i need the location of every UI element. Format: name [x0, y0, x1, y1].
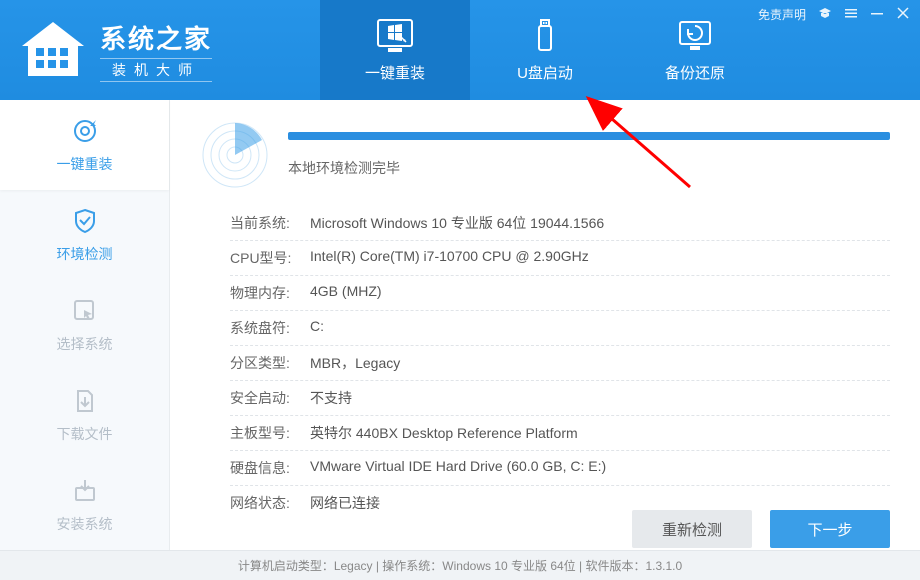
app-subtitle: 装机大师: [100, 58, 212, 82]
rescan-button[interactable]: 重新检测: [632, 510, 752, 548]
tab-label: U盘启动: [517, 62, 573, 83]
system-info-list: 当前系统:Microsoft Windows 10 专业版 64位 19044.…: [200, 206, 890, 520]
info-row: 主板型号:英特尔 440BX Desktop Reference Platfor…: [230, 416, 890, 451]
next-button[interactable]: 下一步: [770, 510, 890, 548]
sidebar-item-install[interactable]: 安装系统: [0, 460, 169, 550]
info-row: 系统盘符:C:: [230, 311, 890, 346]
sidebar-label: 下载文件: [57, 424, 113, 444]
status-bar: 计算机启动类型：Legacy | 操作系统：Windows 10 专业版 64位…: [0, 550, 920, 580]
info-row: 安全启动:不支持: [230, 381, 890, 416]
radar-scan-icon: [200, 120, 270, 190]
info-value: MBR，Legacy: [310, 353, 400, 373]
tab-backup-restore[interactable]: 备份还原: [620, 0, 770, 100]
logo-area: 系统之家 装机大师: [0, 0, 320, 100]
sidebar-item-download[interactable]: 下载文件: [0, 370, 169, 460]
sidebar-item-reinstall[interactable]: 一键重装: [0, 100, 169, 190]
info-label: 分区类型:: [230, 353, 310, 373]
backup-restore-icon: [674, 18, 716, 54]
info-label: 安全启动:: [230, 388, 310, 408]
info-label: CPU型号:: [230, 248, 310, 268]
info-row: 当前系统:Microsoft Windows 10 专业版 64位 19044.…: [230, 206, 890, 241]
sidebar-label: 选择系统: [57, 334, 113, 354]
graduation-icon[interactable]: [818, 6, 832, 23]
info-row: 硬盘信息:VMware Virtual IDE Hard Drive (60.0…: [230, 451, 890, 486]
info-value: Intel(R) Core(TM) i7-10700 CPU @ 2.90GHz: [310, 248, 589, 268]
info-value: VMware Virtual IDE Hard Drive (60.0 GB, …: [310, 458, 606, 478]
info-label: 硬盘信息:: [230, 458, 310, 478]
info-value: 网络已连接: [310, 493, 380, 513]
download-file-icon: [70, 386, 100, 416]
usb-drive-icon: [524, 18, 566, 54]
main-content: 本地环境检测完毕 当前系统:Microsoft Windows 10 专业版 6…: [170, 100, 920, 550]
footer-text: 计算机启动类型：Legacy | 操作系统：Windows 10 专业版 64位…: [238, 557, 682, 574]
install-box-icon: [70, 476, 100, 506]
shield-check-icon: [70, 206, 100, 236]
tab-label: 备份还原: [665, 62, 725, 83]
info-value: 不支持: [310, 388, 352, 408]
info-row: 分区类型:MBR，Legacy: [230, 346, 890, 381]
info-value: 4GB (MHZ): [310, 283, 382, 303]
windows-install-icon: [374, 18, 416, 54]
sidebar-item-select-system[interactable]: 选择系统: [0, 280, 169, 370]
sidebar-label: 环境检测: [57, 244, 113, 264]
tab-usb-boot[interactable]: U盘启动: [470, 0, 620, 100]
sidebar-item-env-check[interactable]: 环境检测: [0, 190, 169, 280]
info-label: 物理内存:: [230, 283, 310, 303]
cursor-box-icon: [70, 296, 100, 326]
info-row: CPU型号:Intel(R) Core(TM) i7-10700 CPU @ 2…: [230, 241, 890, 276]
tab-reinstall[interactable]: 一键重装: [320, 0, 470, 100]
close-button[interactable]: [896, 6, 910, 23]
titlebar-controls: 免责声明: [758, 6, 910, 23]
sidebar-label: 安装系统: [57, 514, 113, 534]
tab-label: 一键重装: [365, 62, 425, 83]
info-value: C:: [310, 318, 324, 338]
scan-status-text: 本地环境检测完毕: [288, 158, 890, 178]
app-title: 系统之家: [100, 19, 212, 56]
header: 系统之家 装机大师 一键重装 U盘启动 备份还原 免责声明: [0, 0, 920, 100]
info-label: 系统盘符:: [230, 318, 310, 338]
menu-icon[interactable]: [844, 6, 858, 23]
sidebar: 一键重装 环境检测 选择系统 下载文件 安装系统: [0, 100, 170, 550]
house-logo-icon: [18, 20, 88, 80]
minimize-button[interactable]: [870, 6, 884, 23]
progress-bar: [288, 132, 890, 140]
info-label: 网络状态:: [230, 493, 310, 513]
info-value: 英特尔 440BX Desktop Reference Platform: [310, 423, 578, 443]
disclaimer-link[interactable]: 免责声明: [758, 6, 806, 23]
info-label: 主板型号:: [230, 423, 310, 443]
target-icon: [70, 116, 100, 146]
sidebar-label: 一键重装: [57, 154, 113, 174]
info-label: 当前系统:: [230, 213, 310, 233]
info-row: 物理内存:4GB (MHZ): [230, 276, 890, 311]
info-value: Microsoft Windows 10 专业版 64位 19044.1566: [310, 213, 604, 233]
